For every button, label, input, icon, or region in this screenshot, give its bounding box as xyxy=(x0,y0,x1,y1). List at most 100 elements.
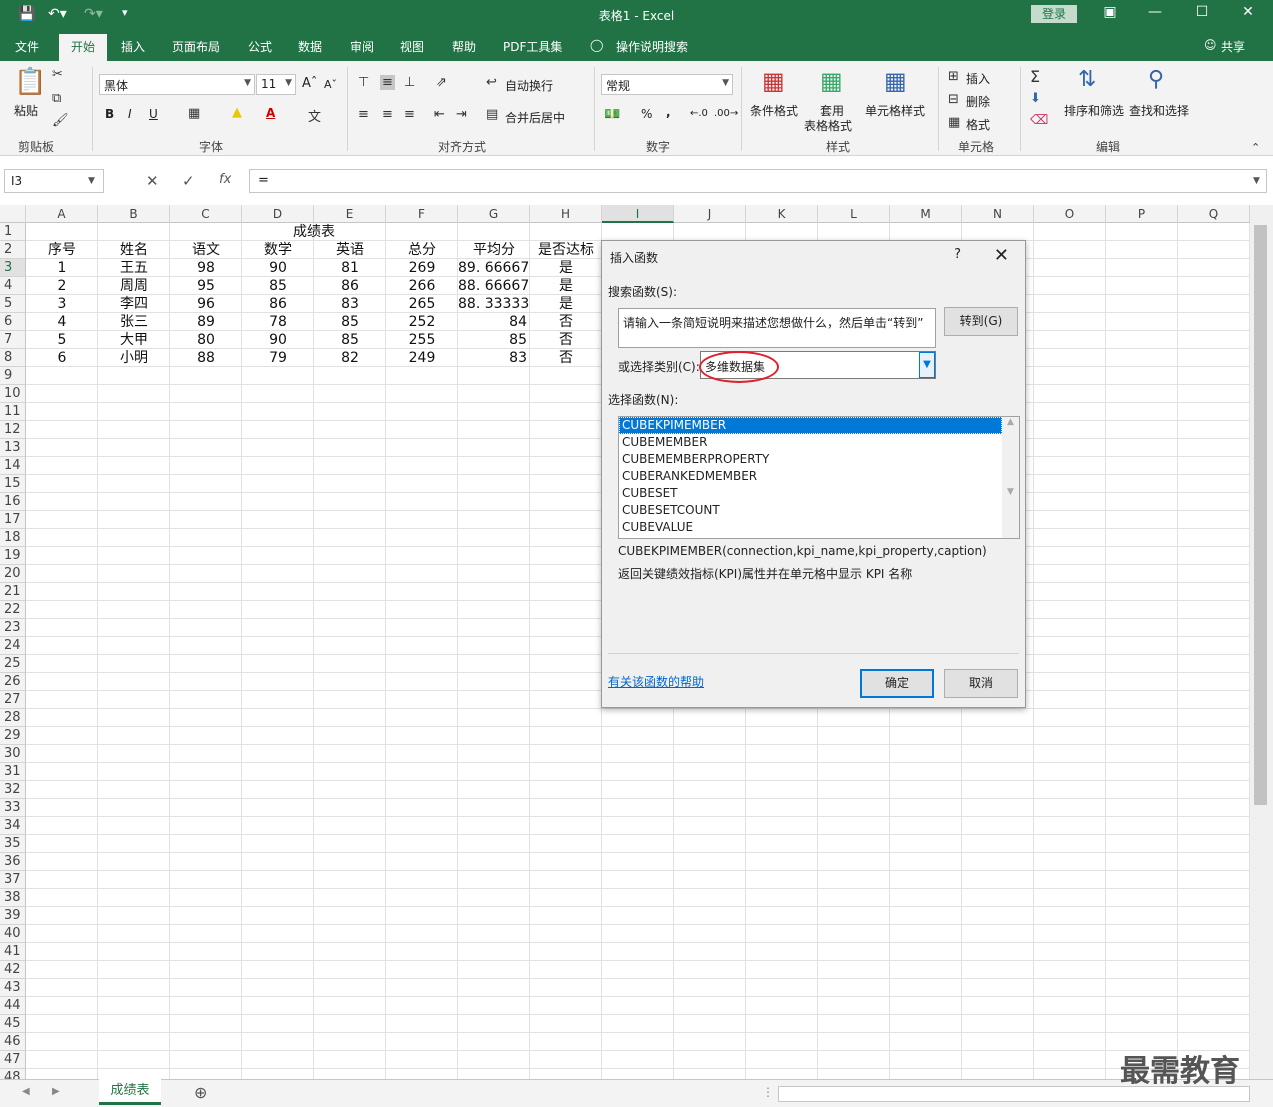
help-button[interactable]: ? xyxy=(954,247,961,262)
row-header[interactable]: 3 xyxy=(0,259,26,277)
tab-formulas[interactable]: 公式 xyxy=(248,38,272,55)
table-cell[interactable]: 95 xyxy=(170,277,242,295)
cut-icon[interactable]: ✂ xyxy=(52,67,63,82)
shrink-font-icon[interactable]: Aˇ xyxy=(324,78,337,91)
find-select-button[interactable]: 查找和选择 xyxy=(1129,102,1189,119)
search-function-input[interactable]: 请输入一条简短说明来描述您想做什么，然后单击“转到” xyxy=(618,308,936,348)
table-cell[interactable]: 266 xyxy=(386,277,458,295)
format-painter-icon[interactable]: 🖌 xyxy=(52,113,69,128)
list-item[interactable]: CUBESETCOUNT xyxy=(619,502,1002,519)
row-header[interactable]: 14 xyxy=(0,457,26,475)
table-cell[interactable]: 98 xyxy=(170,259,242,277)
enter-icon[interactable]: ✓ xyxy=(182,172,195,190)
table-cell[interactable]: 265 xyxy=(386,295,458,313)
fill-icon[interactable]: ⬇ xyxy=(1030,91,1041,106)
row-header[interactable]: 18 xyxy=(0,529,26,547)
sort-filter-button[interactable]: 排序和筛选 xyxy=(1064,102,1124,119)
row-header[interactable]: 32 xyxy=(0,781,26,799)
table-cell[interactable]: 3 xyxy=(26,295,98,313)
table-cell[interactable]: 小明 xyxy=(98,349,170,367)
row-header[interactable]: 17 xyxy=(0,511,26,529)
table-cell[interactable]: 83 xyxy=(314,295,386,313)
align-right-icon[interactable]: ≡ xyxy=(404,107,415,122)
align-center-icon[interactable]: ≡ xyxy=(382,107,393,122)
column-header[interactable]: H xyxy=(530,205,602,223)
tab-insert[interactable]: 插入 xyxy=(121,38,145,55)
column-header[interactable]: E xyxy=(314,205,386,223)
row-header[interactable]: 38 xyxy=(0,889,26,907)
insert-cells-button[interactable]: 插入 xyxy=(966,70,990,87)
row-header[interactable]: 4 xyxy=(0,277,26,295)
go-button[interactable]: 转到(G) xyxy=(944,307,1018,336)
italic-button[interactable]: I xyxy=(128,107,132,121)
table-cell[interactable]: 是 xyxy=(530,295,602,313)
row-header[interactable]: 27 xyxy=(0,691,26,709)
list-item[interactable]: CUBEKPIMEMBER xyxy=(619,417,1002,434)
table-cell[interactable]: 90 xyxy=(242,331,314,349)
paste-icon[interactable]: 📋 xyxy=(14,67,46,97)
comma-button[interactable]: , xyxy=(666,105,671,119)
row-header[interactable]: 26 xyxy=(0,673,26,691)
table-header[interactable]: 数学 xyxy=(242,241,314,259)
column-header[interactable]: A xyxy=(26,205,98,223)
column-header[interactable]: G xyxy=(458,205,530,223)
row-header[interactable]: 35 xyxy=(0,835,26,853)
tab-data[interactable]: 数据 xyxy=(298,38,322,55)
format-table-label[interactable]: 表格格式 xyxy=(804,117,852,134)
copy-icon[interactable]: ⧉ xyxy=(52,91,61,106)
fill-color-icon[interactable]: ▲ xyxy=(232,105,242,120)
row-header[interactable]: 41 xyxy=(0,943,26,961)
minimize-button[interactable]: — xyxy=(1140,4,1170,20)
table-cell[interactable]: 269 xyxy=(386,259,458,277)
orientation-icon[interactable]: ⇗ xyxy=(436,75,447,90)
row-header[interactable]: 5 xyxy=(0,295,26,313)
table-cell[interactable]: 249 xyxy=(386,349,458,367)
table-cell[interactable]: 王五 xyxy=(98,259,170,277)
row-header[interactable]: 9 xyxy=(0,367,26,385)
ok-button[interactable]: 确定 xyxy=(860,669,934,698)
number-format-select[interactable]: 常规 ▼ xyxy=(601,74,733,95)
decrease-decimal-icon[interactable]: .00→ xyxy=(714,108,738,119)
autosum-icon[interactable]: Σ xyxy=(1030,67,1040,86)
function-list[interactable]: CUBEKPIMEMBER CUBEMEMBER CUBEMEMBERPROPE… xyxy=(618,416,1020,539)
chevron-down-icon[interactable]: ▼ xyxy=(88,176,95,186)
collapse-ribbon-icon[interactable]: ⌃ xyxy=(1251,141,1260,154)
table-cell[interactable]: 周周 xyxy=(98,277,170,295)
phonetic-icon[interactable]: 文 xyxy=(308,106,321,125)
close-icon[interactable]: ✕ xyxy=(994,245,1009,266)
table-cell[interactable]: 1 xyxy=(26,259,98,277)
table-cell[interactable]: 85 xyxy=(314,331,386,349)
formula-input[interactable]: = xyxy=(249,169,1267,193)
clear-icon[interactable]: ⌫ xyxy=(1030,113,1048,128)
bold-button[interactable]: B xyxy=(105,107,114,121)
column-header[interactable]: B xyxy=(98,205,170,223)
row-header[interactable]: 23 xyxy=(0,619,26,637)
paste-button[interactable]: 粘贴 xyxy=(14,102,38,119)
table-cell[interactable]: 79 xyxy=(242,349,314,367)
row-header[interactable]: 25 xyxy=(0,655,26,673)
table-cell[interactable]: 252 xyxy=(386,313,458,331)
select-all-corner[interactable] xyxy=(0,205,26,223)
tab-help[interactable]: 帮助 xyxy=(452,38,476,55)
table-cell[interactable]: 否 xyxy=(530,331,602,349)
column-header[interactable]: M xyxy=(890,205,962,223)
list-item[interactable]: CUBEMEMBERPROPERTY xyxy=(619,451,1002,468)
row-header[interactable]: 33 xyxy=(0,799,26,817)
ribbon-display-icon[interactable]: ▣ xyxy=(1095,4,1125,20)
expand-formula-icon[interactable]: ▼ xyxy=(1253,176,1260,186)
table-header[interactable]: 姓名 xyxy=(98,241,170,259)
row-header[interactable]: 48 xyxy=(0,1069,26,1079)
row-header[interactable]: 8 xyxy=(0,349,26,367)
align-middle-icon[interactable]: ≡ xyxy=(380,75,395,90)
function-help-link[interactable]: 有关该函数的帮助 xyxy=(608,673,704,690)
login-button[interactable]: 登录 xyxy=(1031,5,1077,23)
row-header[interactable]: 39 xyxy=(0,907,26,925)
table-cell[interactable]: 6 xyxy=(26,349,98,367)
row-header[interactable]: 15 xyxy=(0,475,26,493)
wrap-text-button[interactable]: 自动换行 xyxy=(505,77,553,94)
chevron-down-icon[interactable]: ▼ xyxy=(919,352,935,378)
tab-file[interactable]: 文件 xyxy=(15,38,39,55)
grow-font-icon[interactable]: Aˆ xyxy=(302,76,317,91)
table-cell[interactable]: 4 xyxy=(26,313,98,331)
row-header[interactable]: 2 xyxy=(0,241,26,259)
